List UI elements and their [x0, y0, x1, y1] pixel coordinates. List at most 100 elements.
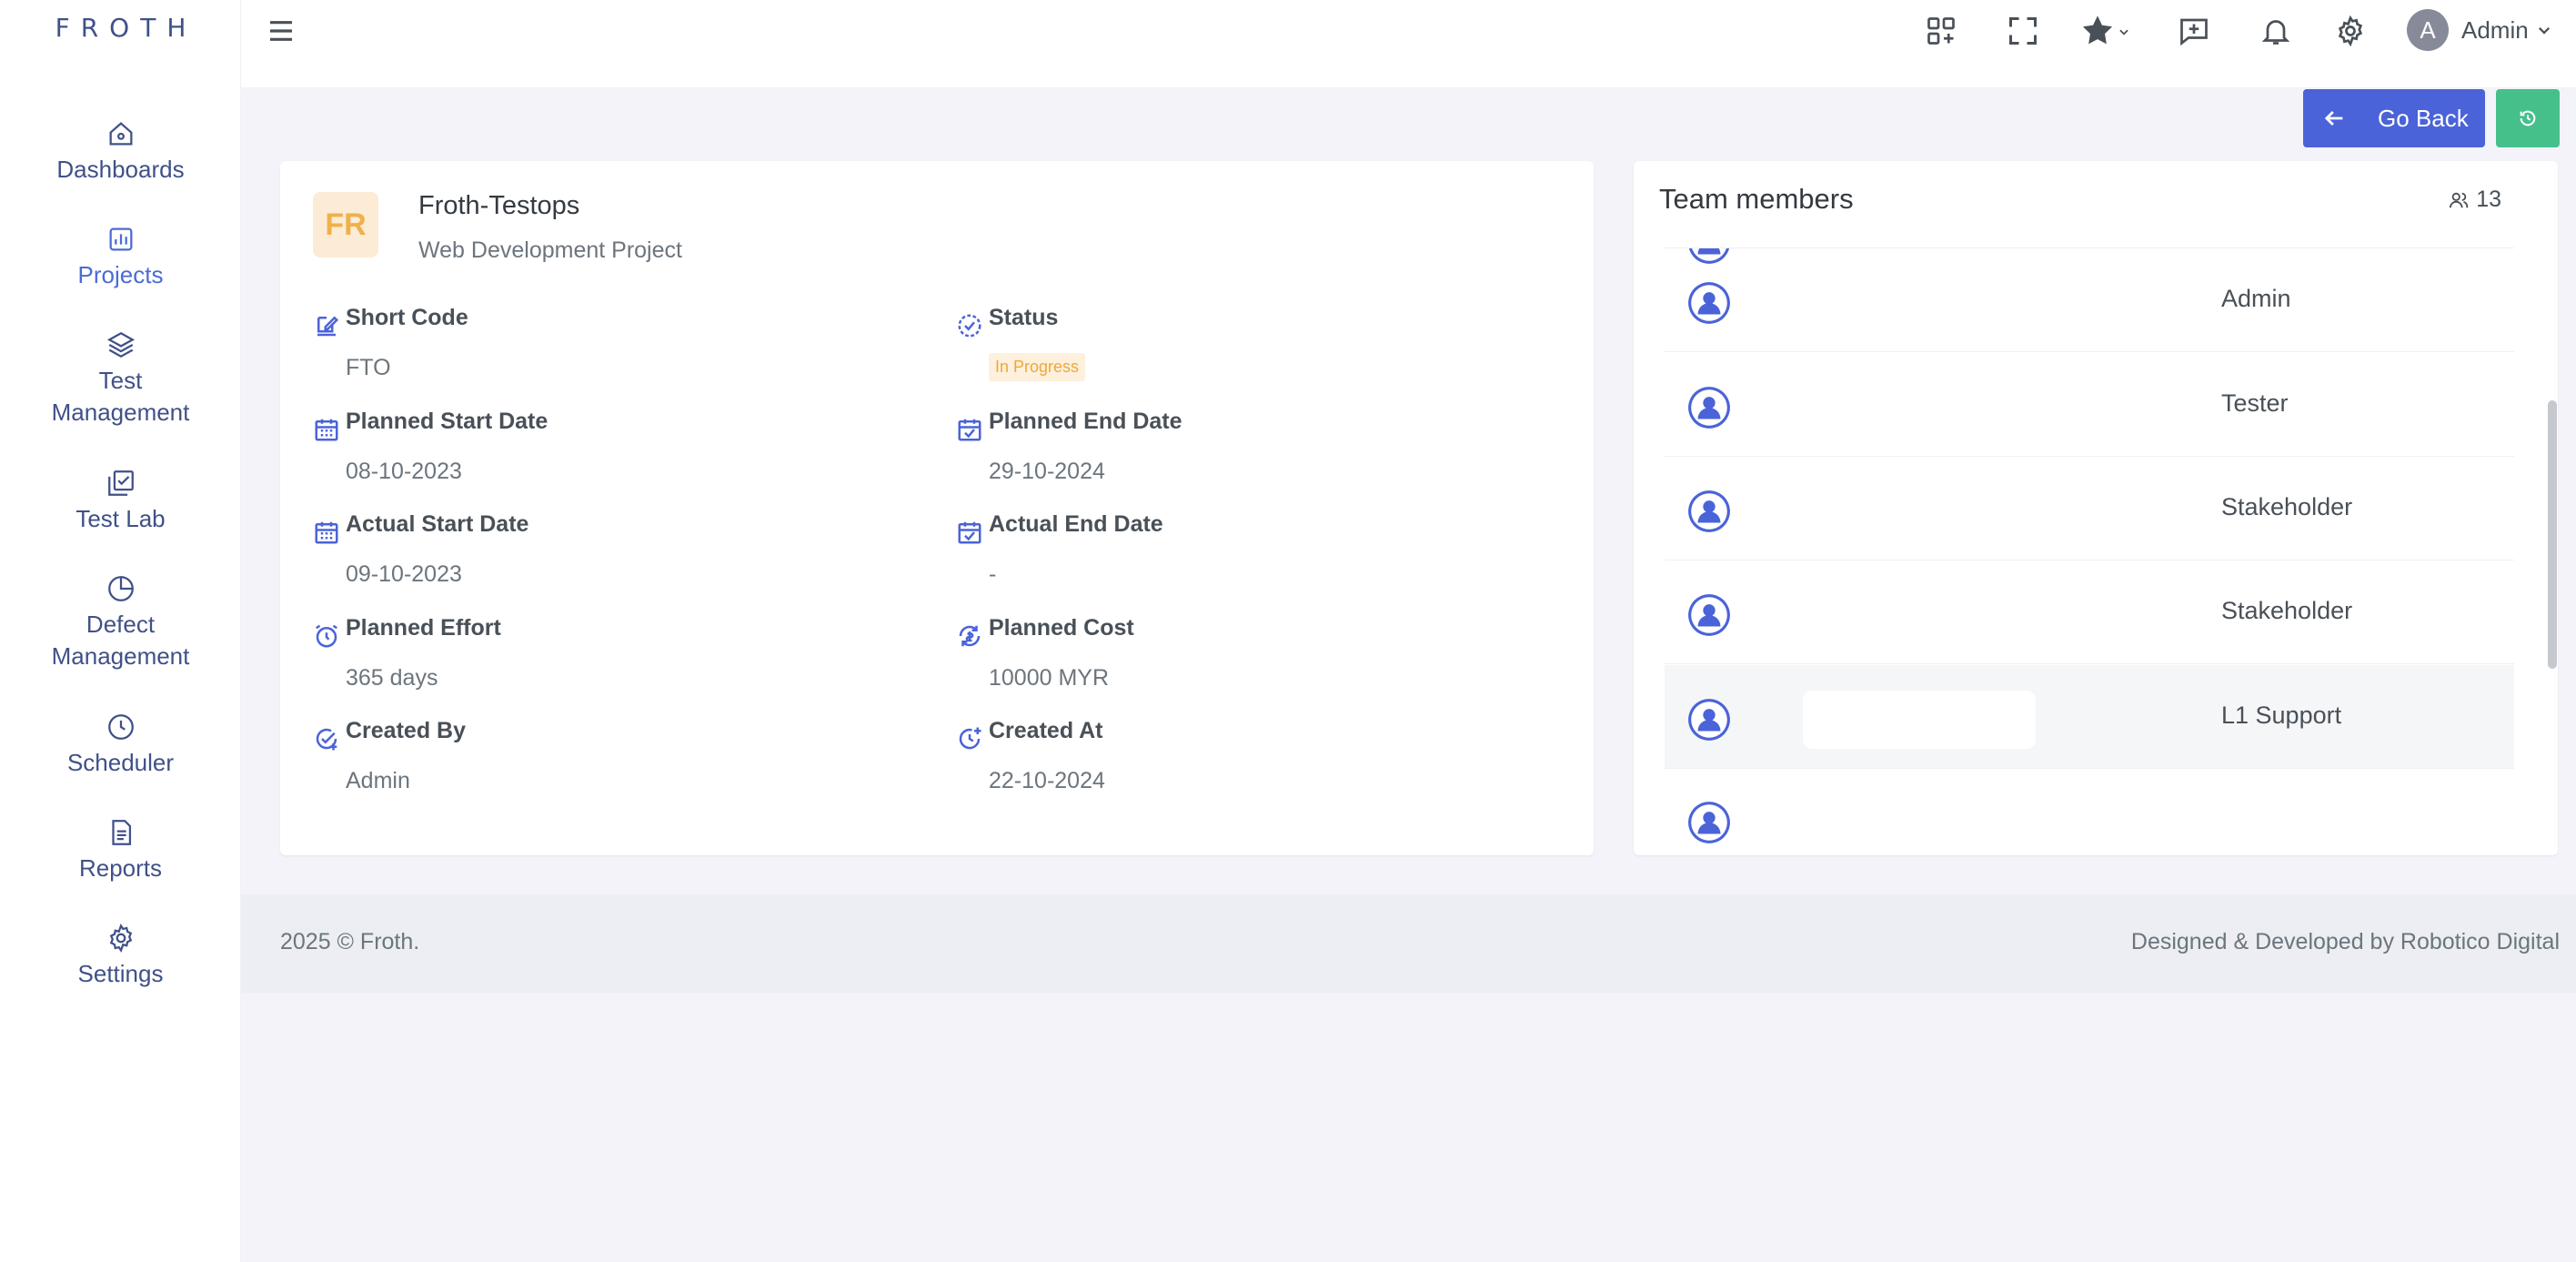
- chevron-down-icon: [2538, 26, 2550, 35]
- footer: 2025 © Froth. Designed & Developed by Ro…: [241, 894, 2576, 993]
- user-avatar-icon: [1688, 282, 1730, 324]
- checklist-icon: [107, 470, 134, 496]
- list-item[interactable]: Tester: [1665, 353, 2514, 457]
- history-icon: [2520, 110, 2536, 126]
- calendar-icon: [315, 521, 338, 544]
- sidebar-item-label: Defect Management: [51, 611, 190, 670]
- actual-start-label: Actual Start Date: [346, 511, 529, 537]
- short-code-value: FTO: [346, 355, 391, 380]
- history-button[interactable]: [2496, 89, 2560, 147]
- planned-end-value: 29-10-2024: [989, 459, 1105, 484]
- planned-effort-value: 365 days: [346, 665, 438, 691]
- footer-credit: Designed & Developed by Robotico Digital: [2130, 929, 2560, 954]
- list-item[interactable]: Stakeholder: [1665, 457, 2514, 560]
- money-refresh-icon: [959, 625, 981, 647]
- message-add-icon[interactable]: [2178, 15, 2210, 47]
- user-avatar-icon: [1688, 387, 1730, 429]
- sidebar-item-settings[interactable]: Settings: [0, 923, 241, 1028]
- team-members-list[interactable]: Admin Tester Stakeholder Stakeholder L1 …: [1665, 247, 2514, 855]
- created-at-value: 22-10-2024: [989, 768, 1105, 793]
- fullscreen-icon[interactable]: [2007, 15, 2039, 47]
- pie-chart-icon: [107, 576, 134, 601]
- calendar-check-icon: [958, 419, 981, 441]
- sidebar-item-label: Dashboards: [56, 156, 185, 183]
- edit-icon: [317, 316, 339, 337]
- sidebar-item-defect-management[interactable]: Defect Management: [0, 573, 241, 712]
- planned-start-label: Planned Start Date: [346, 409, 548, 434]
- sidebar: FROTH Dashboards Projects Test Managemen…: [0, 0, 241, 1262]
- arrow-left-icon: [2324, 111, 2343, 126]
- team-count-value: 13: [2476, 187, 2501, 212]
- list-item[interactable]: Stakeholder: [1665, 560, 2514, 664]
- apps-add-icon[interactable]: [1925, 15, 1957, 47]
- user-name: Admin: [2461, 15, 2529, 44]
- alarm-icon: [316, 624, 337, 648]
- user-avatar-icon: [1688, 490, 1730, 532]
- actual-start-value: 09-10-2023: [346, 561, 462, 587]
- project-name: Froth-Testops: [418, 191, 580, 220]
- calendar-check-icon: [958, 521, 981, 544]
- created-at-label: Created At: [989, 718, 1103, 743]
- list-item[interactable]: L1 Support: [1665, 665, 2514, 769]
- hamburger-menu-icon[interactable]: [265, 16, 297, 45]
- team-count: 13: [2449, 187, 2501, 213]
- user-avatar-icon: [1688, 594, 1730, 636]
- sidebar-item-label: Projects: [77, 261, 164, 288]
- sidebar-nav: Dashboards Projects Test Management Test…: [0, 118, 241, 1028]
- sidebar-item-dashboards[interactable]: Dashboards: [0, 118, 241, 224]
- users-icon: [2450, 192, 2469, 207]
- list-item[interactable]: Admin: [1665, 248, 2514, 352]
- actual-end-value: -: [989, 561, 997, 587]
- time-add-icon: [959, 727, 981, 750]
- sidebar-item-reports[interactable]: Reports: [0, 817, 241, 923]
- status-label: Status: [989, 305, 1059, 330]
- bar-chart-icon: [109, 227, 132, 251]
- layers-icon: [106, 331, 135, 358]
- short-code-label: Short Code: [346, 305, 468, 330]
- sidebar-item-projects[interactable]: Projects: [0, 224, 241, 329]
- topbar: [241, 0, 2576, 87]
- member-role: Stakeholder: [2221, 493, 2353, 520]
- sidebar-item-label: Test Management: [51, 367, 190, 426]
- user-menu[interactable]: A Admin: [2407, 9, 2552, 51]
- sidebar-item-label: Settings: [77, 960, 164, 987]
- sidebar-item-scheduler[interactable]: Scheduler: [0, 712, 241, 817]
- gear-icon: [109, 924, 132, 953]
- planned-cost-label: Planned Cost: [989, 615, 1134, 641]
- planned-start-value: 08-10-2023: [346, 459, 462, 484]
- member-name-box: [1803, 691, 2036, 749]
- home-icon: [109, 122, 132, 146]
- member-role: Admin: [2221, 285, 2291, 312]
- team-members-card: Team members 13 Admin Tester Stakeholder…: [1634, 161, 2558, 855]
- status-badge: In Progress: [989, 353, 1086, 381]
- team-members-title: Team members: [1659, 183, 1854, 215]
- brand-logo[interactable]: FROTH: [0, 13, 241, 43]
- created-by-value: Admin: [346, 768, 410, 793]
- star-icon[interactable]: [2081, 15, 2114, 47]
- sidebar-item-test-management[interactable]: Test Management: [0, 329, 241, 468]
- user-avatar-icon: [1688, 802, 1730, 843]
- created-by-label: Created By: [346, 718, 466, 743]
- team-list-scrollbar-thumb[interactable]: [2548, 400, 2557, 669]
- project-details-card: FR Froth-Testops Web Development Project…: [280, 161, 1594, 855]
- sidebar-item-label: Scheduler: [66, 749, 175, 776]
- actual-end-label: Actual End Date: [989, 511, 1163, 537]
- clock-icon: [107, 714, 134, 740]
- member-role: Tester: [2221, 389, 2289, 417]
- planned-end-label: Planned End Date: [989, 409, 1182, 434]
- file-icon: [111, 820, 131, 845]
- project-initials-badge: FR: [313, 192, 378, 257]
- settings-icon[interactable]: [2334, 15, 2367, 47]
- go-back-label: Go Back: [2378, 104, 2469, 132]
- project-type: Web Development Project: [418, 237, 682, 263]
- member-role: Stakeholder: [2221, 597, 2353, 624]
- avatar: A: [2407, 9, 2449, 51]
- status-check-icon: [958, 314, 981, 338]
- sidebar-item-label: Test Lab: [75, 505, 166, 532]
- chevron-down-icon[interactable]: [2118, 25, 2130, 38]
- sidebar-item-test-lab[interactable]: Test Lab: [0, 468, 241, 573]
- user-avatar-icon: [1688, 699, 1730, 741]
- go-back-button[interactable]: Go Back: [2303, 89, 2485, 147]
- bell-icon[interactable]: [2259, 15, 2292, 47]
- planned-cost-value: 10000 MYR: [989, 665, 1110, 691]
